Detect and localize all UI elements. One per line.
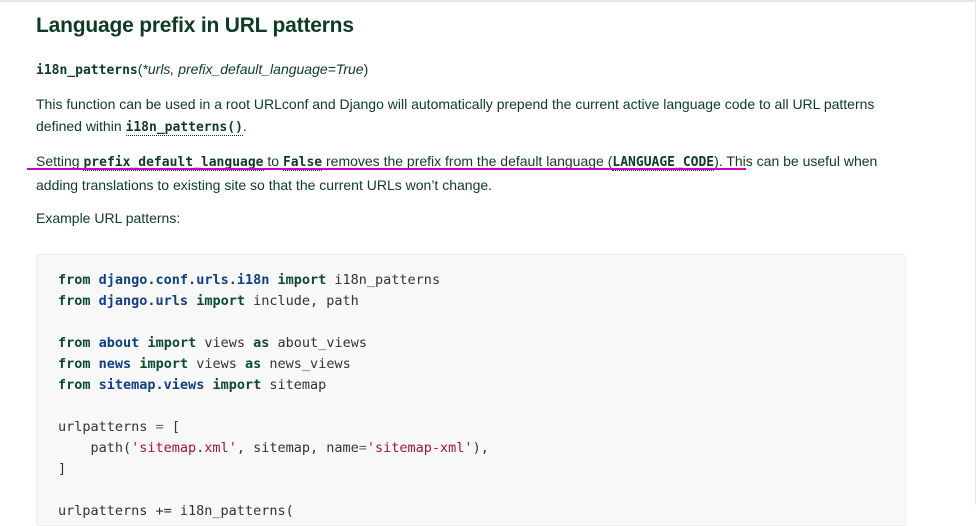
kw-as: as bbox=[253, 335, 270, 351]
i18n-patterns-link[interactable]: i18n_patterns() bbox=[125, 120, 243, 136]
para2-t1: Setting bbox=[36, 153, 84, 169]
function-name: i18n_patterns bbox=[36, 63, 138, 78]
code-block: from django.conf.urls.i18n import i18n_p… bbox=[36, 254, 906, 526]
code-line-9: path('sitemap.xml', sitemap, name='sitem… bbox=[58, 438, 489, 459]
module-name: sitemap.views bbox=[98, 377, 205, 393]
function-signature: i18n_patterns(*urls, prefix_default_lang… bbox=[36, 61, 368, 78]
module-name: django.urls bbox=[98, 293, 189, 309]
para1-end: . bbox=[242, 118, 247, 134]
list-close: ] bbox=[58, 461, 67, 477]
description-paragraph: This function can be used in a root URLc… bbox=[36, 93, 906, 139]
prefix-paragraph: Setting prefix_default_language to False… bbox=[36, 150, 906, 196]
code-line-10: ] bbox=[58, 459, 489, 480]
code-line-8: urlpatterns = [ bbox=[58, 417, 489, 438]
kw-import: import bbox=[139, 356, 189, 372]
sig-close-paren: ) bbox=[363, 61, 369, 77]
import-names: i18n_patterns bbox=[334, 272, 441, 288]
import-names: sitemap bbox=[269, 377, 327, 393]
kw-from: from bbox=[58, 272, 91, 288]
code-line-4: from about import views as about_views bbox=[58, 333, 489, 354]
code-line-1: from django.conf.urls.i18n import i18n_p… bbox=[58, 270, 489, 291]
kw-from: from bbox=[58, 377, 91, 393]
list-open: [ bbox=[171, 419, 180, 435]
code-line-6: from sitemap.views import sitemap bbox=[58, 375, 489, 396]
path-args: , sitemap, name bbox=[236, 440, 359, 456]
import-names: views bbox=[196, 356, 237, 372]
string-literal: 'sitemap.xml' bbox=[131, 440, 237, 456]
import-names: include, path bbox=[253, 293, 359, 309]
kw-import: import bbox=[196, 293, 245, 309]
alias-name: news_views bbox=[269, 356, 351, 372]
var-urlpatterns: urlpatterns bbox=[58, 419, 148, 435]
urlpatterns-extend: urlpatterns += i18n_patterns( bbox=[58, 503, 294, 519]
alias-name: about_views bbox=[277, 335, 367, 351]
function-params: *urls, prefix_default_language=True bbox=[142, 61, 364, 77]
kw-from: from bbox=[58, 356, 91, 372]
module-name: about bbox=[98, 335, 140, 351]
module-name: news bbox=[98, 356, 132, 372]
kw-from: from bbox=[58, 335, 91, 351]
import-names: views bbox=[204, 335, 245, 351]
kwarg-equals: = bbox=[358, 440, 367, 456]
highlight-underline bbox=[27, 168, 746, 170]
top-border bbox=[0, 0, 976, 2]
para2-t3: removes the prefix from the default lang… bbox=[322, 153, 613, 169]
kw-import: import bbox=[147, 335, 197, 351]
code-line-2: from django.urls import include, path bbox=[58, 291, 489, 312]
example-label: Example URL patterns: bbox=[36, 210, 181, 226]
kw-import: import bbox=[212, 377, 262, 393]
string-literal: 'sitemap-xml' bbox=[366, 440, 473, 456]
kw-import: import bbox=[277, 272, 327, 288]
path-call: path( bbox=[90, 440, 132, 456]
assign-operator: = bbox=[155, 419, 164, 435]
section-heading: Language prefix in URL patterns bbox=[36, 14, 354, 37]
code-line-5: from news import views as news_views bbox=[58, 354, 489, 375]
code-listing: from django.conf.urls.i18n import i18n_p… bbox=[58, 270, 489, 522]
kw-from: from bbox=[58, 293, 91, 309]
module-name: django.conf.urls.i18n bbox=[98, 272, 270, 288]
code-line-12: urlpatterns += i18n_patterns( bbox=[58, 501, 489, 522]
para2-t2: to bbox=[263, 153, 283, 169]
path-close: ), bbox=[472, 440, 489, 456]
kw-as: as bbox=[245, 356, 262, 372]
